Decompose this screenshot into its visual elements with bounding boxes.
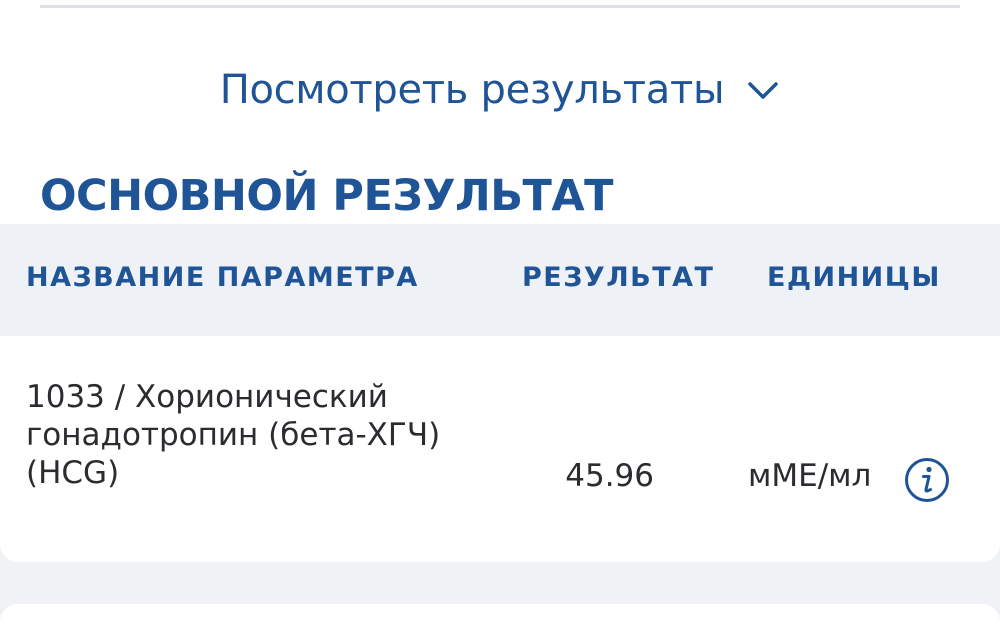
divider <box>40 5 960 8</box>
parameter-name: 1033 / Хорионический гонадотропин (бета-… <box>26 379 441 491</box>
view-results-toggle[interactable]: Посмотреть результаты <box>0 60 1000 120</box>
parameter-units: мМЕ/мл <box>748 458 872 494</box>
section-title: ОСНОВНОЙ РЕЗУЛЬТАТ <box>40 171 613 221</box>
next-row-card <box>0 604 1000 644</box>
column-header-parameter-name: НАЗВАНИЕ ПАРАМЕТРА <box>26 262 419 293</box>
column-header-units: ЕДИНИЦЫ <box>767 262 941 293</box>
info-icon[interactable] <box>904 457 950 503</box>
table-header: НАЗВАНИЕ ПАРАМЕТРА РЕЗУЛЬТАТ ЕДИНИЦЫ <box>0 224 1000 336</box>
view-results-label: Посмотреть результаты <box>219 67 725 113</box>
column-header-result: РЕЗУЛЬТАТ <box>522 262 715 293</box>
parameter-result: 45.96 <box>565 458 654 494</box>
chevron-down-icon <box>748 82 779 99</box>
results-panel: Посмотреть результаты ОСНОВНОЙ РЕЗУЛЬТАТ <box>0 0 1000 224</box>
table-row: 1033 / Хорионический гонадотропин (бета-… <box>0 336 1000 562</box>
